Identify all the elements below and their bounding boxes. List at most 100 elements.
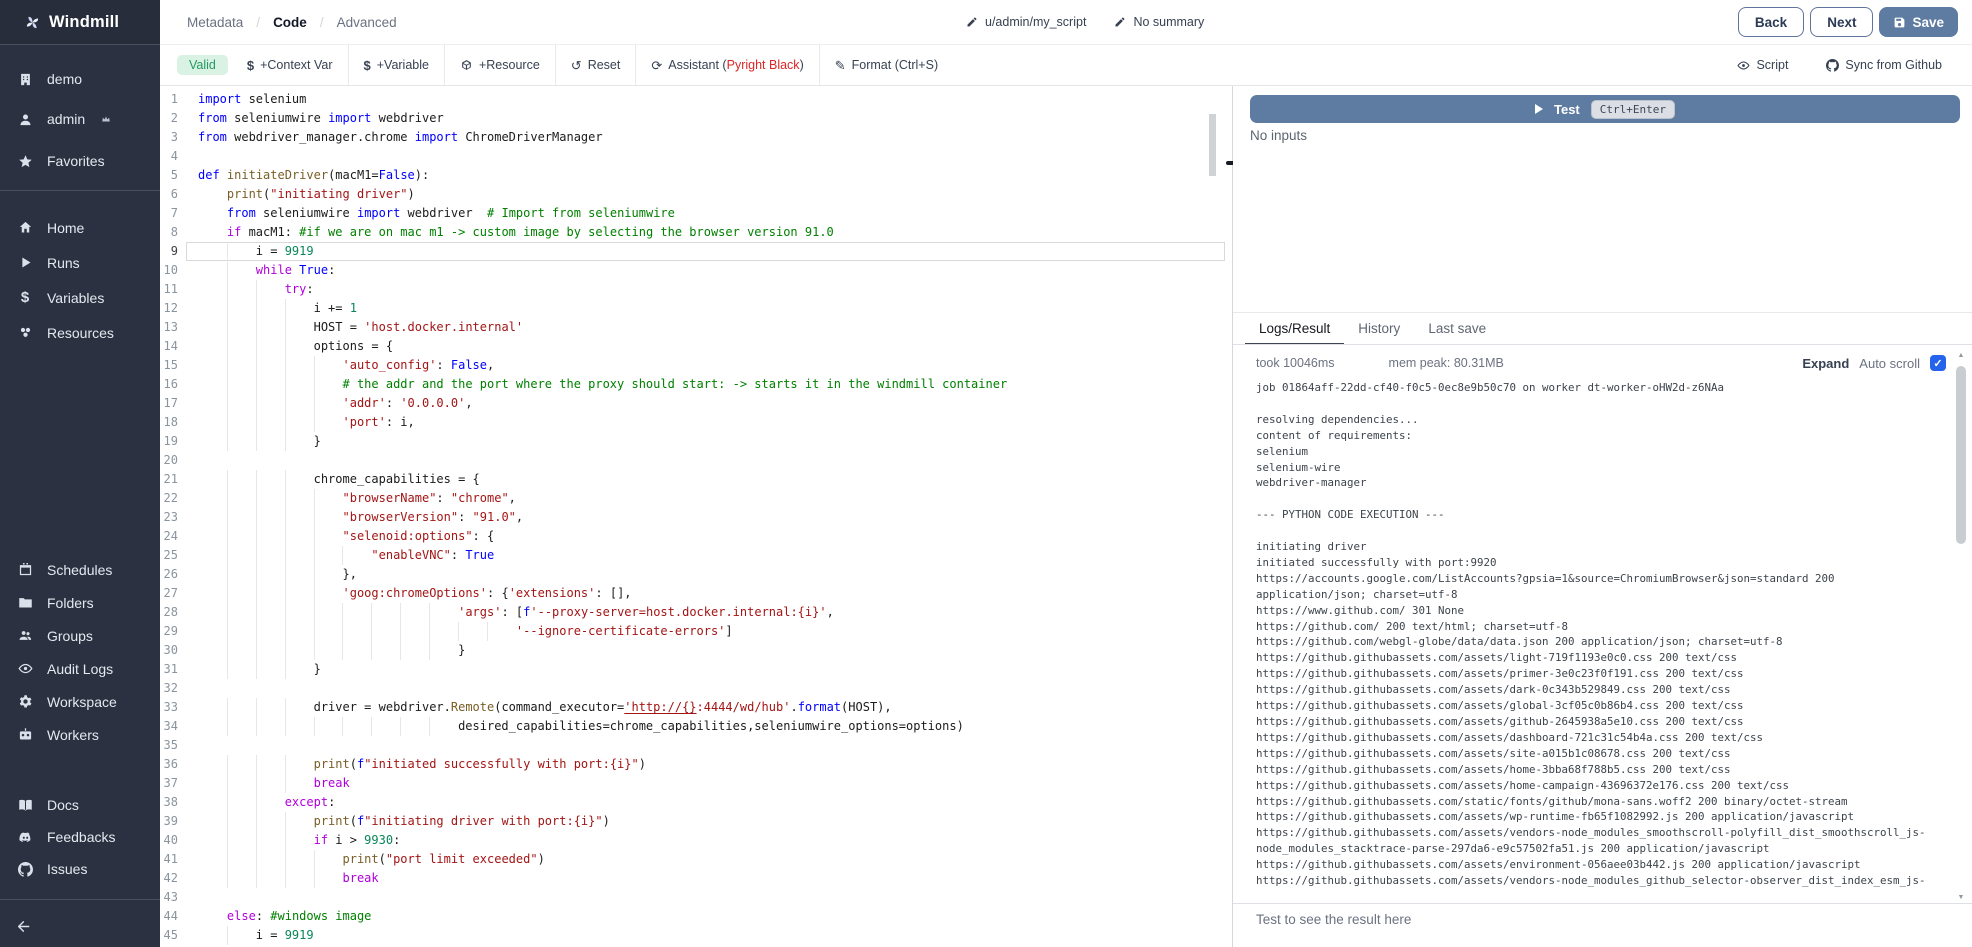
sidebar-item-label: Folders xyxy=(47,595,94,611)
sidebar-item-folders[interactable]: Folders xyxy=(0,586,160,619)
code-line[interactable]: 37 break xyxy=(160,774,1225,793)
add-variable-button[interactable]: $ +Variable xyxy=(349,45,444,85)
code-line[interactable]: 20 xyxy=(160,451,1225,470)
code-line[interactable]: 23 "browserVersion": "91.0", xyxy=(160,508,1225,527)
sidebar-item-audit-logs[interactable]: Audit Logs xyxy=(0,652,160,685)
code-line[interactable]: 10 while True: xyxy=(160,261,1225,280)
script-path[interactable]: u/admin/my_script xyxy=(966,15,1086,29)
sync-from-github-button[interactable]: Sync from Github xyxy=(1826,58,1942,72)
code-line[interactable]: 39 print(f"initiating driver with port:{… xyxy=(160,812,1225,831)
code-line[interactable]: 1import selenium xyxy=(160,90,1225,109)
code-line[interactable]: 45 i = 9919 xyxy=(160,926,1225,945)
sidebar-item-workspace[interactable]: Workspace xyxy=(0,685,160,718)
sidebar-item-favorites[interactable]: Favorites xyxy=(0,145,160,177)
code-line[interactable]: 26 }, xyxy=(160,565,1225,584)
code-line[interactable]: 19 } xyxy=(160,432,1225,451)
code-line[interactable]: 16 # the addr and the port where the pro… xyxy=(160,375,1225,394)
next-button[interactable]: Next xyxy=(1810,7,1873,37)
code-line[interactable]: 41 print("port limit exceeded") xyxy=(160,850,1225,869)
code-line[interactable]: 32 xyxy=(160,679,1225,698)
tab-metadata[interactable]: Metadata xyxy=(187,15,243,30)
sidebar-item-feedbacks[interactable]: Feedbacks xyxy=(0,821,160,853)
scroll-up-icon[interactable]: ▲ xyxy=(1954,352,1968,359)
code-line[interactable]: 7 from seleniumwire import webdriver # I… xyxy=(160,204,1225,223)
refresh-icon: ⟳ xyxy=(651,59,662,72)
scroll-down-icon[interactable]: ▼ xyxy=(1954,894,1968,901)
code-line[interactable]: 24 "selenoid:options": { xyxy=(160,527,1225,546)
add-context-var-button[interactable]: $ +Context Var xyxy=(232,45,348,85)
workspace-selector[interactable]: demo xyxy=(0,63,160,95)
code-line[interactable]: 12 i += 1 xyxy=(160,299,1225,318)
app-logo[interactable]: Windmill xyxy=(0,0,160,44)
divider xyxy=(1233,903,1972,904)
scrollbar-thumb[interactable] xyxy=(1956,366,1966,544)
code-line[interactable]: 33 driver = webdriver.Remote(command_exe… xyxy=(160,698,1225,717)
test-button[interactable]: Test Ctrl+Enter xyxy=(1250,95,1960,123)
code-line[interactable]: 14 options = { xyxy=(160,337,1225,356)
folder-icon xyxy=(17,595,33,611)
code-line[interactable]: 4 xyxy=(160,147,1225,166)
pen-icon: ✎ xyxy=(835,59,846,72)
sidebar-item-variables[interactable]: $ Variables xyxy=(0,280,160,315)
sidebar-item-groups[interactable]: Groups xyxy=(0,619,160,652)
assistant-button[interactable]: ⟳ Assistant (Pyright Black) xyxy=(636,45,818,85)
code-line[interactable]: 15 'auto_config': False, xyxy=(160,356,1225,375)
code-line[interactable]: 36 print(f"initiated successfully with p… xyxy=(160,755,1225,774)
code-line[interactable]: 6 print("initiating driver") xyxy=(160,185,1225,204)
add-resource-button[interactable]: +Resource xyxy=(445,45,555,85)
code-line[interactable]: 2from seleniumwire import webdriver xyxy=(160,109,1225,128)
sidebar-item-resources[interactable]: Resources xyxy=(0,315,160,350)
code-line[interactable]: 27 'goog:chromeOptions': {'extensions': … xyxy=(160,584,1225,603)
editor-tabs: Metadata / Code / Advanced xyxy=(187,0,397,44)
code-line[interactable]: 25 "enableVNC": True xyxy=(160,546,1225,565)
code-line[interactable]: 21 chrome_capabilities = { xyxy=(160,470,1225,489)
logs-output[interactable]: job 01864aff-22dd-cf40-f0c5-0ec8e9b50c70… xyxy=(1256,380,1945,901)
collapse-sidebar-button[interactable] xyxy=(0,912,160,940)
tab-advanced[interactable]: Advanced xyxy=(337,15,397,30)
editor-scrollbar-thumb[interactable] xyxy=(1209,114,1216,176)
code-line[interactable]: 44 else: #windows image xyxy=(160,907,1225,926)
back-button[interactable]: Back xyxy=(1738,7,1804,37)
code-line[interactable]: 35 xyxy=(160,736,1225,755)
code-line[interactable]: 42 break xyxy=(160,869,1225,888)
robot-icon xyxy=(17,727,33,743)
code-line[interactable]: 29 '--ignore-certificate-errors'] xyxy=(160,622,1225,641)
code-line[interactable]: 11 try: xyxy=(160,280,1225,299)
code-line[interactable]: 28 'args': [f'--proxy-server=host.docker… xyxy=(160,603,1225,622)
code-line[interactable]: 13 HOST = 'host.docker.internal' xyxy=(160,318,1225,337)
code-line[interactable]: 40 if i > 9930: xyxy=(160,831,1225,850)
logs-scrollbar[interactable]: ▲ ▼ xyxy=(1954,350,1968,903)
code-line[interactable]: 18 'port': i, xyxy=(160,413,1225,432)
script-kind-button[interactable]: Script xyxy=(1737,58,1788,72)
tab-last-save[interactable]: Last save xyxy=(1414,313,1500,345)
sidebar-item-runs[interactable]: Runs xyxy=(0,245,160,280)
sidebar-item-schedules[interactable]: Schedules xyxy=(0,553,160,586)
sidebar-item-workers[interactable]: Workers xyxy=(0,718,160,751)
code-line[interactable]: 9 i = 9919 xyxy=(160,242,1225,261)
code-line[interactable]: 30 } xyxy=(160,641,1225,660)
code-line[interactable]: 34 desired_capabilities=chrome_capabilit… xyxy=(160,717,1225,736)
tab-history[interactable]: History xyxy=(1344,313,1414,345)
script-summary[interactable]: No summary xyxy=(1114,15,1204,29)
tab-logs-result[interactable]: Logs/Result xyxy=(1245,313,1344,345)
code-editor[interactable]: 1import selenium2from seleniumwire impor… xyxy=(160,86,1232,947)
reset-button[interactable]: ↺ Reset xyxy=(556,45,636,85)
code-line[interactable]: 22 "browserName": "chrome", xyxy=(160,489,1225,508)
code-line[interactable]: 8 if macM1: #if we are on mac m1 -> cust… xyxy=(160,223,1225,242)
expand-button[interactable]: Expand xyxy=(1802,356,1849,371)
code-line[interactable]: 43 xyxy=(160,888,1225,907)
code-line[interactable]: 31 } xyxy=(160,660,1225,679)
sidebar-item-docs[interactable]: Docs xyxy=(0,789,160,821)
autoscroll-checkbox[interactable]: ✓ xyxy=(1930,355,1946,371)
code-line[interactable]: 3from webdriver_manager.chrome import Ch… xyxy=(160,128,1225,147)
sidebar-item-issues[interactable]: Issues xyxy=(0,853,160,885)
code-line[interactable]: 5def initiateDriver(macM1=False): xyxy=(160,166,1225,185)
code-line[interactable]: 17 'addr': '0.0.0.0', xyxy=(160,394,1225,413)
user-menu[interactable]: admin xyxy=(0,103,160,135)
tab-code[interactable]: Code xyxy=(273,15,307,30)
code-line[interactable]: 38 except: xyxy=(160,793,1225,812)
sidebar-item-home[interactable]: Home xyxy=(0,210,160,245)
github-icon xyxy=(17,861,33,877)
save-button[interactable]: Save xyxy=(1879,7,1958,37)
format-button[interactable]: ✎ Format (Ctrl+S) xyxy=(820,45,953,85)
